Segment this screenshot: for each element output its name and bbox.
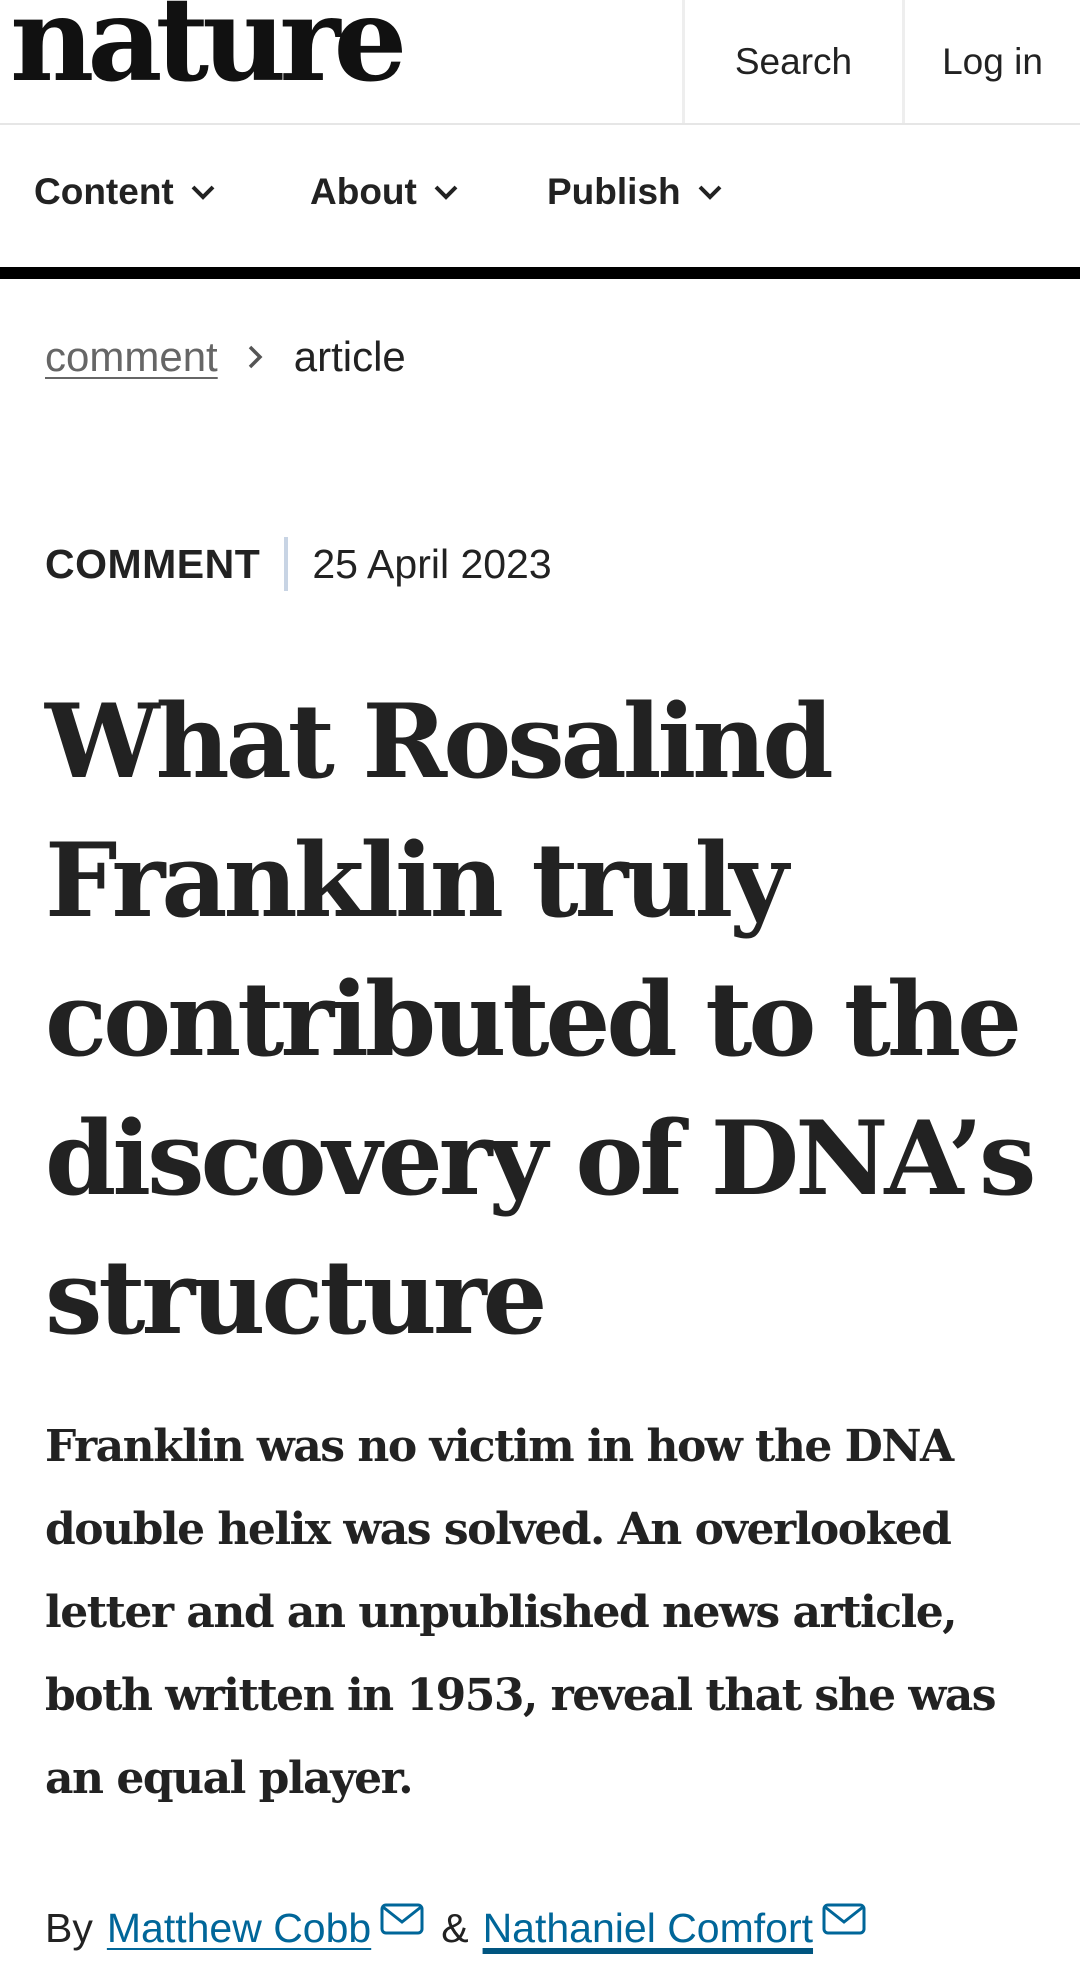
nav-about-menu[interactable]: About — [310, 173, 459, 210]
breadcrumb-current: article — [293, 333, 406, 380]
author-link-matthew-cobb[interactable]: Matthew Cobb — [107, 1908, 371, 1949]
nav-content-label: Content — [34, 171, 174, 212]
site-header: nature Search Log in — [0, 0, 1080, 125]
main-nav: Content About Publish — [0, 125, 1080, 279]
nature-logo[interactable]: nature — [10, 0, 407, 98]
mail-icon[interactable] — [379, 1902, 425, 1936]
nav-about-label: About — [310, 171, 417, 212]
mail-icon[interactable] — [821, 1902, 867, 1936]
author-link-nathaniel-comfort[interactable]: Nathaniel Comfort — [483, 1908, 813, 1949]
chevron-down-icon — [698, 185, 722, 200]
article-meta: COMMENT 25 April 2023 — [45, 537, 552, 591]
article-title: What Rosalind Franklin truly contributed… — [45, 682, 1036, 1358]
breadcrumb-comment-link[interactable]: comment — [45, 336, 218, 378]
breadcrumb: comment article — [45, 336, 406, 378]
article-type: COMMENT — [45, 540, 261, 587]
by-label: By — [45, 1905, 93, 1951]
login-button[interactable]: Log in — [902, 0, 1080, 123]
nav-content-menu[interactable]: Content — [34, 173, 216, 210]
nav-publish-label: Publish — [547, 171, 681, 212]
article-standfirst: Franklin was no victim in how the DNA do… — [45, 1421, 997, 1804]
article-date: 25 April 2023 — [312, 540, 552, 587]
nav-publish-menu[interactable]: Publish — [547, 173, 723, 210]
author-separator: & — [441, 1905, 469, 1951]
author-list: By Matthew Cobb & Nathaniel Comfort — [45, 1903, 877, 1951]
meta-divider — [284, 537, 289, 591]
search-button[interactable]: Search — [682, 0, 902, 123]
chevron-right-icon — [248, 345, 263, 369]
chevron-down-icon — [434, 185, 458, 200]
chevron-down-icon — [191, 185, 215, 200]
